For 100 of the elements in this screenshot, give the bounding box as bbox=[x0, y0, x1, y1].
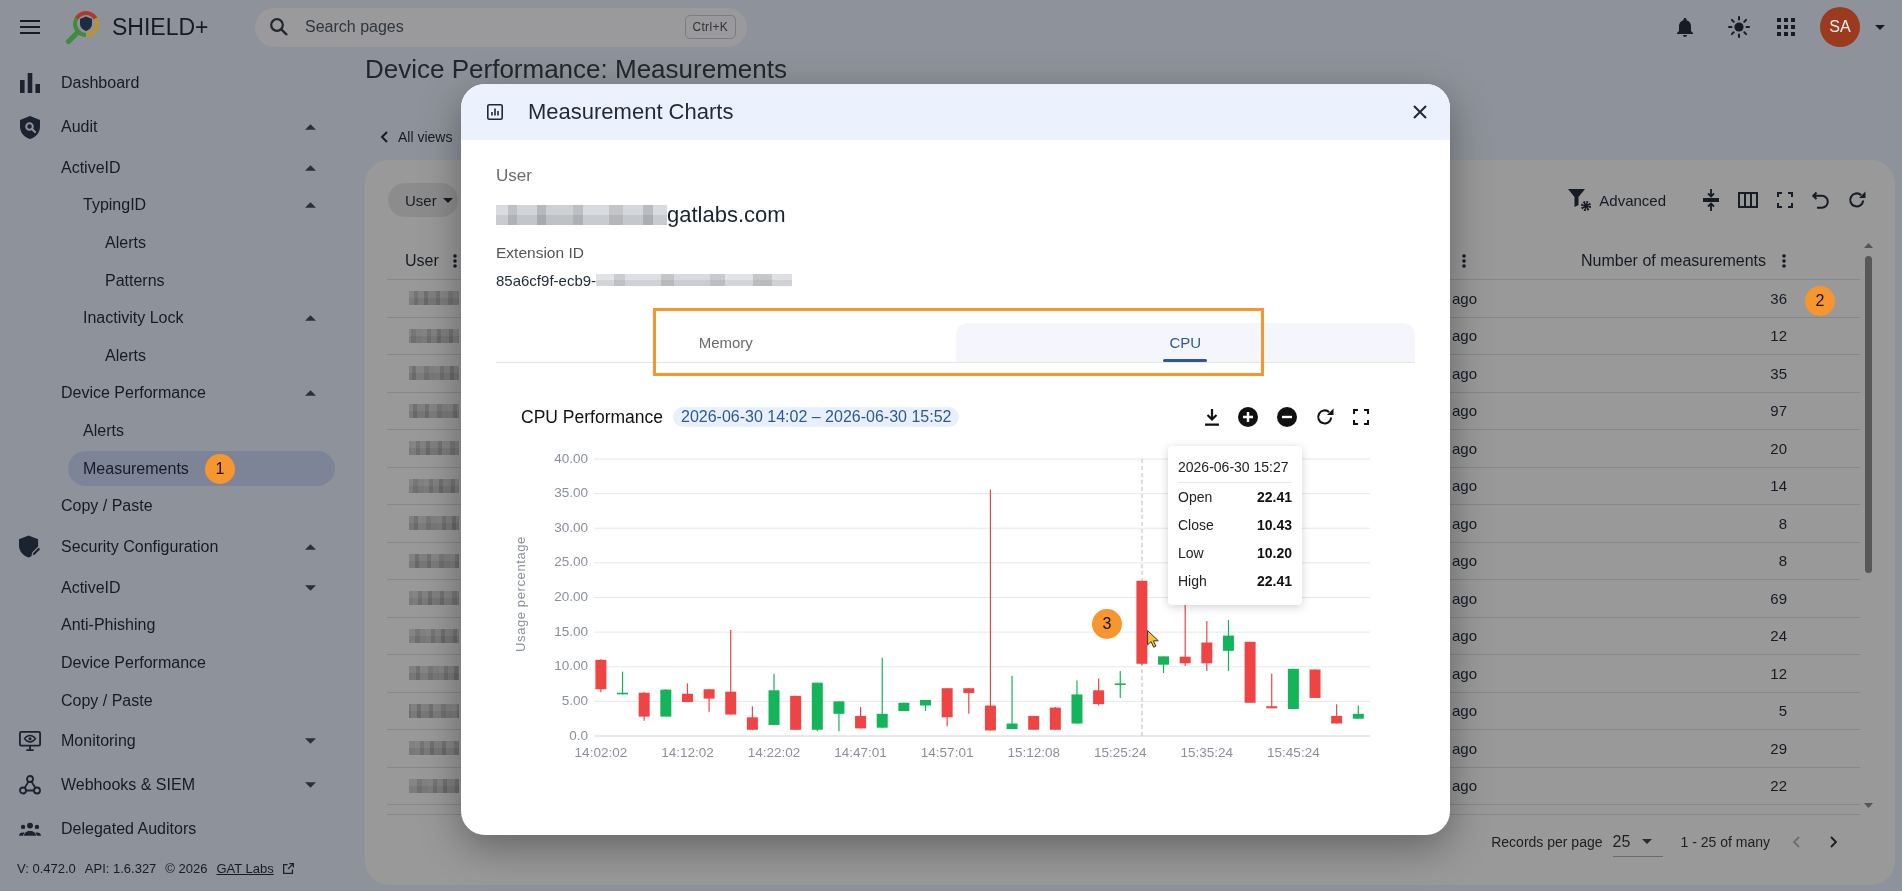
sidebar-item[interactable]: Copy / Paste bbox=[46, 488, 335, 524]
menu-icon[interactable] bbox=[20, 20, 40, 34]
candlestick bbox=[1049, 706, 1061, 731]
sidebar-item[interactable]: Security Configuration bbox=[12, 525, 335, 568]
sidebar-item[interactable]: TypingID bbox=[68, 187, 335, 224]
undo-icon[interactable] bbox=[1812, 191, 1829, 209]
sidebar-item[interactable]: Copy / Paste bbox=[46, 682, 335, 719]
kebab-menu-icon[interactable] bbox=[1462, 254, 1466, 268]
sidebar-item[interactable]: Alerts bbox=[90, 225, 335, 261]
scrollbar-thumb[interactable] bbox=[1864, 256, 1872, 573]
sidebar-item[interactable]: ActiveID bbox=[46, 150, 335, 186]
columns-icon[interactable] bbox=[1738, 192, 1758, 208]
redacted-text bbox=[409, 403, 459, 418]
sidebar-item[interactable]: Alerts bbox=[90, 337, 335, 374]
shield-search-icon bbox=[20, 115, 40, 139]
caret-icon bbox=[1642, 839, 1653, 844]
sidebar-item[interactable]: Device Performance bbox=[46, 645, 335, 681]
tooltip-label: Low bbox=[1178, 545, 1204, 561]
sidebar-item[interactable]: Audit bbox=[12, 106, 335, 148]
caret-icon[interactable] bbox=[305, 782, 316, 789]
caret-icon[interactable] bbox=[305, 390, 316, 397]
sidebar-item[interactable]: Measurements 1 bbox=[68, 450, 335, 487]
tab[interactable]: Memory bbox=[496, 323, 956, 362]
sidebar-item[interactable]: Device Performance bbox=[46, 375, 335, 412]
download-icon[interactable] bbox=[1205, 408, 1219, 426]
sidebar-item[interactable]: Patterns bbox=[90, 262, 335, 299]
caret-icon[interactable] bbox=[1875, 24, 1885, 30]
redacted-text bbox=[409, 478, 459, 493]
candlestick bbox=[790, 695, 802, 731]
shield-pencil-icon bbox=[19, 535, 41, 559]
field-label: Extension ID bbox=[496, 243, 584, 263]
filter-chip[interactable]: User bbox=[388, 183, 458, 217]
sidebar-item[interactable]: ActiveID bbox=[46, 569, 335, 606]
axis-title: Usage percentage bbox=[513, 536, 529, 652]
candlestick bbox=[1244, 641, 1256, 704]
row-density-icon[interactable] bbox=[1703, 189, 1719, 211]
chevron-left-icon bbox=[380, 131, 388, 143]
axis-label: 15.00 bbox=[554, 623, 588, 639]
kebab-menu-icon[interactable] bbox=[452, 254, 457, 268]
extension-id: 85a6cf9f-ecb9- bbox=[496, 271, 597, 289]
keyboard-shortcut: Ctrl+K bbox=[684, 14, 736, 39]
caret-icon[interactable] bbox=[305, 584, 316, 591]
zoom-in-icon[interactable] bbox=[1238, 407, 1258, 427]
candlestick bbox=[638, 691, 650, 722]
brightness-icon[interactable] bbox=[1728, 16, 1750, 38]
annotation-marker: 1 bbox=[204, 453, 235, 484]
avatar[interactable]: SA bbox=[1820, 7, 1860, 47]
sidebar-item[interactable]: Webhooks & SIEM bbox=[12, 764, 335, 807]
caret-icon[interactable] bbox=[305, 543, 316, 550]
caret-icon[interactable] bbox=[305, 202, 316, 209]
tab[interactable]: CPU bbox=[955, 323, 1415, 362]
close-icon[interactable] bbox=[1413, 105, 1427, 119]
company-link[interactable]: GAT Labs bbox=[216, 860, 274, 876]
axis-label: 14:57:01 bbox=[920, 744, 974, 760]
table-cell: ago bbox=[1452, 514, 1478, 532]
apps-grid-icon[interactable] bbox=[1777, 18, 1795, 36]
table-cell: ago bbox=[1452, 552, 1478, 570]
candlestick bbox=[1093, 677, 1105, 707]
fullscreen-icon[interactable] bbox=[1353, 409, 1369, 425]
axis-label: 14:02:02 bbox=[574, 744, 628, 760]
sidebar-item[interactable]: Delegated Auditors bbox=[12, 808, 335, 851]
sidebar-item[interactable]: Alerts bbox=[68, 413, 335, 449]
chevron-right-icon[interactable] bbox=[1830, 836, 1838, 848]
column-header[interactable]: Number of measurements bbox=[1581, 252, 1766, 270]
table-cell: ago bbox=[1452, 327, 1478, 345]
table-cell: 35 bbox=[1770, 364, 1787, 382]
sidebar-item[interactable]: Anti-Phishing bbox=[46, 607, 335, 644]
sidebar-item[interactable]: Monitoring bbox=[12, 720, 335, 763]
table-cell: 24 bbox=[1770, 627, 1787, 645]
fullscreen-icon[interactable] bbox=[1777, 192, 1793, 208]
candlestick bbox=[1071, 680, 1083, 725]
kebab-menu-icon[interactable] bbox=[1782, 254, 1786, 268]
rows-per-page-select[interactable]: 25 bbox=[1612, 827, 1663, 857]
table-cell: ago bbox=[1452, 589, 1478, 607]
refresh-icon[interactable] bbox=[1316, 408, 1334, 426]
redacted-text bbox=[409, 628, 459, 643]
axis-label: 30.00 bbox=[554, 519, 588, 535]
scroll-down-icon[interactable] bbox=[1863, 803, 1873, 808]
candlestick bbox=[898, 702, 910, 712]
caret-icon[interactable] bbox=[305, 738, 316, 745]
sidebar-item[interactable]: Dashboard bbox=[12, 62, 335, 104]
bar-chart-icon bbox=[20, 73, 40, 93]
external-link-icon[interactable] bbox=[282, 862, 294, 874]
table-cell: ago bbox=[1452, 702, 1478, 720]
caret-icon[interactable] bbox=[305, 124, 316, 130]
caret-icon[interactable] bbox=[305, 315, 316, 322]
zoom-out-icon[interactable] bbox=[1277, 407, 1297, 427]
back-link[interactable]: All views bbox=[380, 127, 453, 147]
advanced-button[interactable]: Advanced bbox=[1568, 189, 1666, 211]
bell-icon[interactable] bbox=[1677, 17, 1693, 37]
candlestick bbox=[1352, 704, 1364, 720]
copyright-text: © 2026 bbox=[165, 860, 208, 876]
tooltip-time: 2026-06-30 15:27 bbox=[1178, 458, 1292, 483]
candlestick bbox=[1309, 668, 1321, 699]
caret-icon[interactable] bbox=[305, 164, 316, 171]
refresh-icon[interactable] bbox=[1848, 191, 1866, 209]
candlestick bbox=[1331, 703, 1343, 725]
sidebar-item[interactable]: Inactivity Lock bbox=[68, 300, 335, 336]
column-header[interactable]: User bbox=[405, 252, 439, 270]
scroll-up-icon[interactable] bbox=[1863, 243, 1873, 248]
